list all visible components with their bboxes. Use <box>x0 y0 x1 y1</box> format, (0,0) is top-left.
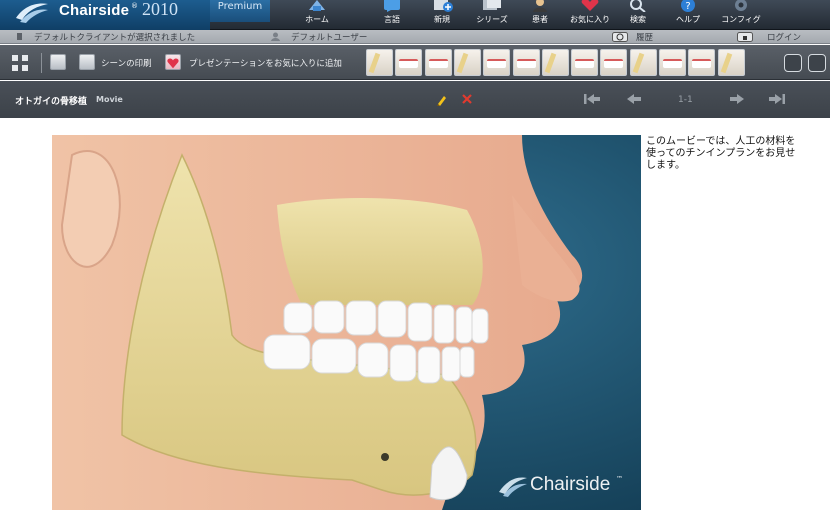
config-icon <box>735 0 747 11</box>
scene-thumbnail[interactable] <box>366 49 393 76</box>
scene-thumbnail[interactable] <box>483 49 511 76</box>
language-icon <box>384 0 400 12</box>
current-user[interactable]: デフォルトユーザー <box>291 31 367 43</box>
export-icon[interactable] <box>50 54 66 70</box>
nav-label: シリーズ <box>476 15 508 24</box>
tooth-icon <box>575 59 595 68</box>
nav-label: 検索 <box>630 15 646 24</box>
favorite-heart-icon[interactable] <box>165 54 181 70</box>
nav-home-button[interactable]: ホーム <box>292 0 342 30</box>
nav-label: ヘルプ <box>676 15 700 24</box>
scene-thumbnail[interactable] <box>395 49 423 76</box>
print-scene-button[interactable]: シーンの印刷 <box>101 57 152 69</box>
edition-label: Premium <box>210 0 270 22</box>
tooth-icon <box>663 59 682 68</box>
scene-thumbnail[interactable] <box>512 49 540 76</box>
delete-icon[interactable] <box>462 94 472 104</box>
patient-icon <box>533 0 547 12</box>
help-icon: ? <box>681 0 695 12</box>
movie-description: このムービーでは、人工の材料を使ってのチンインプランをお見せします。 <box>646 136 796 171</box>
nav-label: 言語 <box>384 15 400 24</box>
nav-search-button[interactable]: 検索 <box>613 0 663 30</box>
app-window: Chairside ® 2010 Premium ホーム 言語 新規 シリーズ … <box>0 0 830 510</box>
tooth-icon <box>399 59 419 68</box>
video-watermark: Chairside <box>530 474 611 495</box>
nav-language-button[interactable]: 言語 <box>367 0 417 30</box>
add-favorite-button[interactable]: プレゼンテーションをお気に入りに追加 <box>189 57 342 69</box>
presentation-titlebar: オトガイの骨移植 Movie 1-1 <box>0 81 830 118</box>
edit-icon[interactable] <box>436 94 448 106</box>
nav-label: ホーム <box>305 15 329 24</box>
page-counter: 1-1 <box>678 95 693 105</box>
presentation-type: Movie <box>96 95 123 104</box>
history-icon[interactable] <box>612 32 628 42</box>
present-icon[interactable] <box>808 54 826 72</box>
tooth-icon <box>604 59 624 68</box>
search-icon <box>630 0 646 12</box>
app-logo: Chairside ® 2010 <box>0 0 210 30</box>
scene-thumbnail[interactable] <box>688 49 716 76</box>
fullscreen-icon[interactable] <box>784 54 802 72</box>
status-bar: デフォルトクライアントが選択されました デフォルトユーザー 履歴 ログイン <box>0 30 830 44</box>
print-icon[interactable] <box>79 54 95 70</box>
nav-new-button[interactable]: 新規 <box>417 0 467 30</box>
client-icon <box>17 33 22 40</box>
svg-text:?: ? <box>685 1 690 12</box>
lock-icon[interactable] <box>737 32 753 42</box>
previous-page-icon[interactable] <box>626 93 642 105</box>
user-icon <box>271 32 280 41</box>
tooth-icon <box>720 52 732 74</box>
scene-thumbnail[interactable] <box>659 49 686 76</box>
jaw-illustration <box>52 135 641 510</box>
home-icon <box>309 0 325 11</box>
movie-player[interactable]: Chairside ™ <box>52 135 641 510</box>
tooth-icon <box>428 59 448 68</box>
nav-patient-button[interactable]: 患者 <box>515 0 565 30</box>
nav-label: 患者 <box>532 15 548 24</box>
toolbar-divider <box>41 53 42 73</box>
new-icon <box>434 0 453 12</box>
content-area: Chairside ™ このムービーでは、人工の材料を使ってのチンインプランをお… <box>0 119 830 510</box>
nav-label: 新規 <box>434 15 450 24</box>
nav-config-button[interactable]: コンフィグ <box>716 0 766 30</box>
tooth-icon <box>544 52 557 74</box>
nav-label: コンフィグ <box>721 15 761 24</box>
tooth-icon <box>368 52 381 74</box>
nav-label: お気に入り <box>570 15 610 24</box>
series-icon <box>483 0 501 10</box>
nav-favorites-button[interactable]: お気に入り <box>565 0 615 30</box>
chairside-logo-icon <box>16 3 48 23</box>
scene-thumbnail[interactable] <box>717 49 745 76</box>
login-link[interactable]: ログイン <box>767 31 801 43</box>
scene-thumbnail[interactable] <box>600 49 628 76</box>
favorites-icon <box>581 0 599 11</box>
grid-view-icon[interactable] <box>11 54 29 72</box>
client-status: デフォルトクライアントが選択されました <box>34 33 196 43</box>
top-header: Chairside ® 2010 Premium ホーム 言語 新規 シリーズ … <box>0 0 830 30</box>
tooth-icon <box>632 52 644 74</box>
scene-thumbnail[interactable] <box>629 49 657 76</box>
next-page-icon[interactable] <box>729 93 745 105</box>
history-link[interactable]: 履歴 <box>636 31 653 43</box>
presentation-title: オトガイの骨移植 <box>15 97 88 107</box>
nav-series-button[interactable]: シリーズ <box>467 0 517 30</box>
last-page-icon[interactable] <box>769 93 785 105</box>
scene-thumbnail[interactable] <box>453 49 481 76</box>
scene-thumbnail[interactable] <box>571 49 599 76</box>
tooth-icon <box>516 59 536 68</box>
tooth-icon <box>487 59 507 68</box>
first-page-icon[interactable] <box>584 93 600 105</box>
toolbar: シーンの印刷 プレゼンテーションをお気に入りに追加 <box>0 45 830 80</box>
app-year: 2010 <box>142 0 178 19</box>
scene-thumbnail[interactable] <box>541 49 569 76</box>
tooth-icon <box>692 59 712 68</box>
tooth-icon <box>456 52 469 74</box>
watermark-mark: ™ <box>616 475 623 483</box>
app-brand: Chairside <box>59 2 130 19</box>
nav-help-button[interactable]: ? ヘルプ <box>663 0 713 30</box>
scene-thumbnail[interactable] <box>424 49 452 76</box>
watermark-logo-icon <box>499 477 527 497</box>
brand-mark: ® <box>131 2 138 10</box>
